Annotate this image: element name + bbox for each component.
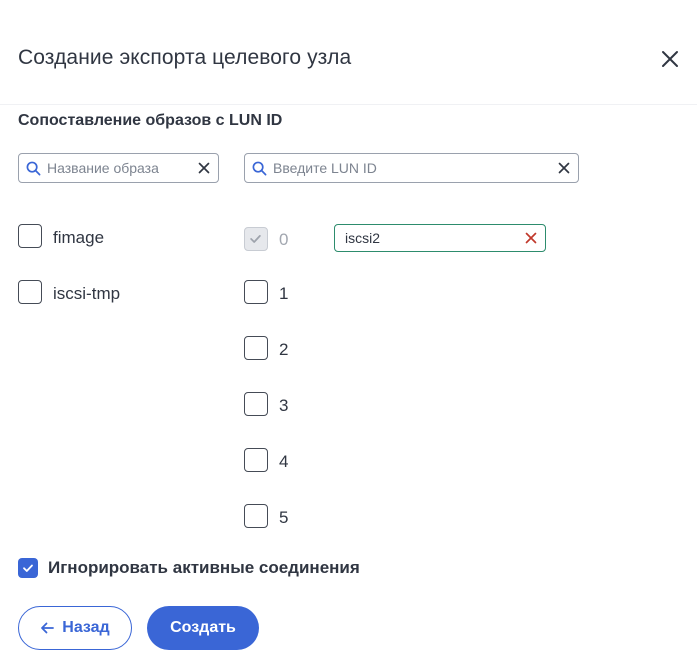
create-button-label: Создать [170,619,236,636]
lun-checkbox-5[interactable] [244,504,268,528]
lun-label: 3 [279,396,289,415]
dialog-header: Создание экспорта целевого узла [0,0,697,105]
lun-label: 5 [279,508,289,527]
lun-image-field[interactable] [334,224,546,252]
lun-checkbox-3[interactable] [244,392,268,416]
search-icon [252,161,267,176]
clear-icon[interactable] [198,162,210,174]
image-search-input[interactable] [47,158,187,178]
lun-checkbox-4[interactable] [244,448,268,472]
image-checkbox-iscsi-tmp[interactable] [18,280,42,304]
back-button[interactable]: Назад [18,606,132,650]
lun-label: 4 [279,452,289,471]
ignore-connections-label: Игнорировать активные соединения [48,558,360,577]
lun-image-input[interactable] [345,229,515,247]
section-label: Сопоставление образов с LUN ID [18,112,283,129]
lun-search-field[interactable] [244,153,579,183]
close-icon [662,51,678,67]
lun-checkbox-0 [244,227,268,251]
ignore-connections-checkbox[interactable] [18,558,38,578]
close-button[interactable] [658,47,682,71]
lun-search-input[interactable] [273,158,543,178]
arrow-left-icon [41,622,55,634]
image-label: fimage [53,228,105,247]
check-icon [23,564,33,572]
check-icon [250,235,261,243]
clear-icon[interactable] [558,162,570,174]
remove-icon[interactable] [525,232,537,244]
back-button-label: Назад [62,619,110,636]
create-button[interactable]: Создать [147,606,259,650]
image-label: iscsi-tmp [53,284,121,303]
lun-label: 0 [279,230,289,249]
image-checkbox-fimage[interactable] [18,224,42,248]
image-search-field[interactable] [18,153,219,183]
lun-label: 1 [279,284,289,303]
lun-checkbox-2[interactable] [244,336,268,360]
lun-checkbox-1[interactable] [244,280,268,304]
dialog-title: Создание экспорта целевого узла [18,46,352,69]
search-icon [26,161,41,176]
lun-label: 2 [279,340,289,359]
